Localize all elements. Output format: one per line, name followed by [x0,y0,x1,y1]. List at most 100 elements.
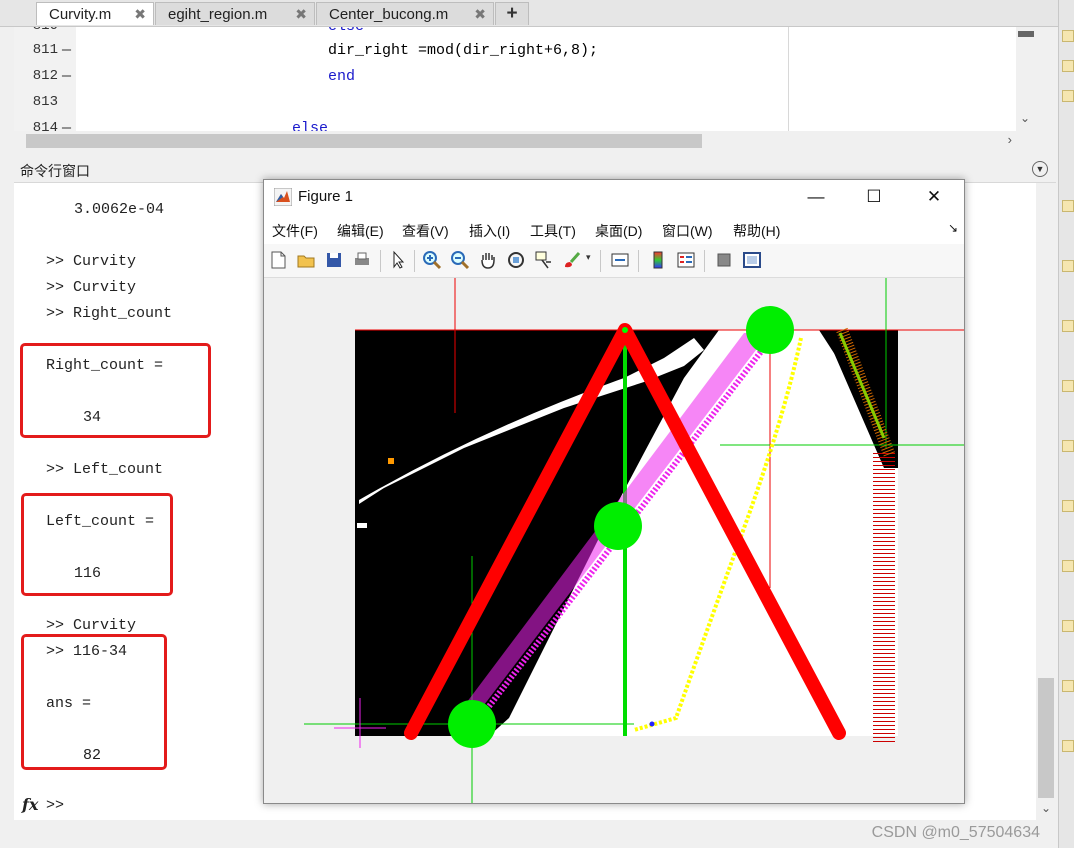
zoom-out-icon[interactable] [450,250,470,270]
chevron-down-icon[interactable]: ⌄ [1041,801,1051,815]
show-plot-tools-icon[interactable] [742,250,762,270]
legend-icon[interactable] [676,250,696,270]
maximize-button[interactable]: ☐ [854,184,894,210]
output-value: 3.0062e-04 [74,201,165,218]
command-prompt[interactable]: >> [46,797,64,814]
breakpoint-marker[interactable]: — [62,27,71,35]
code-line[interactable]: else [328,27,364,35]
line-number: 814 [32,120,58,131]
close-icon[interactable]: ✖ [474,3,486,26]
tab-curvity[interactable]: Curvity.m ✖ [36,2,154,25]
close-icon[interactable]: ✖ [134,3,146,26]
brush-icon[interactable] [562,250,582,270]
save-icon[interactable] [324,250,344,270]
file-icon [1062,440,1074,452]
editor-tab-bar: Curvity.m ✖ egiht_region.m ✖ Center_buco… [0,0,1058,27]
file-icon [1062,380,1074,392]
line-number: 812 [32,68,58,84]
rotate-icon[interactable] [506,250,526,270]
file-icon [1062,260,1074,272]
toolbar-separator [414,250,415,272]
toolbar-separator [380,250,381,272]
command-history-line: >> Right_count [46,305,173,322]
code-line[interactable]: else [292,120,328,131]
green-marker [746,306,794,354]
undock-icon[interactable]: ↘ [948,221,958,235]
command-history-line: >> Curvity [46,617,137,634]
toolbar-separator [704,250,705,272]
green-marker [448,700,496,748]
open-icon[interactable] [296,250,316,270]
blue-dot [649,721,655,727]
right-edge-panel [1058,0,1074,848]
zoom-in-icon[interactable] [422,250,442,270]
menu-tools[interactable]: 工具(T) [530,221,576,241]
menu-edit[interactable]: 编辑(E) [337,221,384,241]
image-orange-speck [388,458,394,464]
panel-menu-icon[interactable]: ▼ [1032,161,1048,177]
status-bar: CSDN @m0_57504634 [0,820,1058,848]
editor-vertical-scrollbar[interactable]: ⌄ [1016,27,1036,131]
annotation-box [21,634,167,770]
scroll-thumb[interactable] [1038,678,1054,798]
data-cursor-icon[interactable] [534,250,554,270]
menu-view[interactable]: 查看(V) [402,221,449,241]
menu-help[interactable]: 帮助(H) [733,221,780,241]
code-line[interactable]: dir_right =mod(dir_right+6,8); [328,42,598,59]
file-icon [1062,200,1074,212]
menu-insert[interactable]: 插入(I) [469,221,510,241]
chevron-down-icon[interactable]: ▾ [586,252,591,263]
figure-window[interactable]: Figure 1 — ☐ ✕ 文件(F) 编辑(E) 查看(V) 插入(I) 工… [263,179,965,804]
chevron-right-icon[interactable]: › [1008,132,1012,147]
file-icon [1062,740,1074,752]
line-number: 813 [32,94,58,110]
close-button[interactable]: ✕ [914,184,954,210]
file-icon [1062,30,1074,42]
close-icon[interactable]: ✖ [295,3,307,26]
tab-egiht-region[interactable]: egiht_region.m ✖ [155,2,315,25]
figure-axes[interactable] [264,278,964,803]
file-icon [1062,320,1074,332]
scroll-thumb[interactable] [1018,31,1034,37]
menu-desktop[interactable]: 桌面(D) [595,221,642,241]
file-icon [1062,620,1074,632]
command-window-scrollbar[interactable]: ⌄ [1036,183,1056,820]
function-browser-icon[interactable]: fx [22,795,38,814]
figure-menu-bar: 文件(F) 编辑(E) 查看(V) 插入(I) 工具(T) 桌面(D) 窗口(W… [264,214,964,244]
link-icon[interactable] [610,250,630,270]
annotation-box [21,493,173,596]
print-icon[interactable] [352,250,372,270]
tab-center-bucong[interactable]: Center_bucong.m ✖ [316,2,494,25]
menu-file[interactable]: 文件(F) [272,221,318,241]
code-editor[interactable]: 810 — else 811 — dir_right =mod(dir_righ… [14,27,1016,131]
apex-dot [622,327,628,333]
command-history-line: >> Curvity [46,253,137,270]
breakpoint-marker[interactable]: — [62,68,71,85]
pan-icon[interactable] [478,250,498,270]
right-margin-line [788,27,789,131]
new-tab-button[interactable]: + [495,2,529,25]
axes-plot[interactable] [264,278,964,803]
command-window-title: 命令行窗口 [20,163,90,179]
annotation-box [20,343,211,438]
figure-title-bar[interactable]: Figure 1 — ☐ ✕ [264,180,964,214]
menu-window[interactable]: 窗口(W) [662,221,713,241]
hide-plot-tools-icon[interactable] [714,250,734,270]
scroll-thumb[interactable] [26,134,702,148]
breakpoint-marker[interactable]: — [62,120,71,131]
colorbar-icon[interactable] [648,250,668,270]
chevron-down-icon[interactable]: ⌄ [1020,111,1030,125]
breakpoint-marker[interactable]: — [62,42,71,59]
image-white-speck [357,523,367,528]
figure-title: Figure 1 [298,188,354,205]
pointer-icon[interactable] [388,250,408,270]
new-figure-icon[interactable] [268,250,288,270]
tab-label: Curvity.m [49,6,112,23]
editor-horizontal-scrollbar[interactable]: › [14,131,1036,151]
code-line[interactable]: end [328,68,355,85]
matlab-logo-icon [274,188,292,206]
file-icon [1062,680,1074,692]
watermark: CSDN @m0_57504634 [871,824,1040,841]
file-icon [1062,560,1074,572]
minimize-button[interactable]: — [796,184,836,210]
